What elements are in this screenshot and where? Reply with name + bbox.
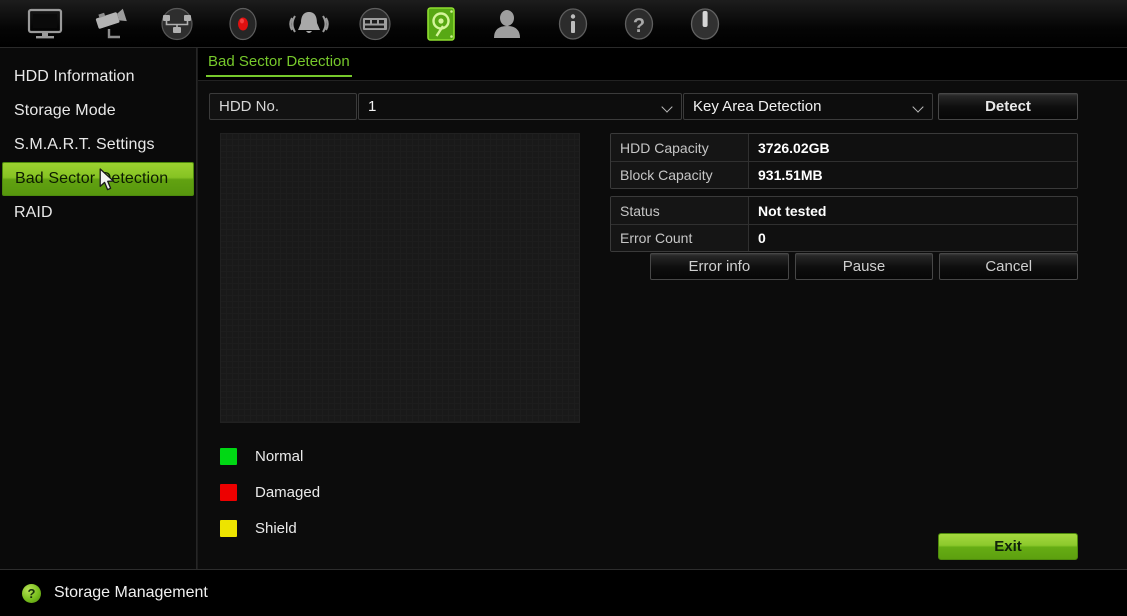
detection-mode-select[interactable]: Key Area Detection <box>683 93 933 120</box>
legend-item-normal: Normal <box>220 438 480 474</box>
content-panel: Bad Sector Detection HDD No. 1 Key Area … <box>197 48 1127 569</box>
toolbar-item-user-management[interactable] <box>474 1 540 47</box>
svg-text:?: ? <box>633 15 645 37</box>
legend-label-normal: Normal <box>255 447 304 465</box>
status-bar-label: Storage Management <box>54 584 208 601</box>
toolbar-item-network-settings[interactable] <box>144 1 210 47</box>
sector-legend: Normal Damaged Shield <box>220 438 480 546</box>
legend-item-damaged: Damaged <box>220 474 480 510</box>
table-row: HDD Capacity 3726.02GB <box>611 134 1077 161</box>
detection-action-buttons: Error info Pause Cancel <box>650 253 1079 280</box>
table-row: Error Count 0 <box>611 224 1077 251</box>
monitor-icon <box>27 8 63 38</box>
device-icon <box>359 7 391 40</box>
power-icon <box>690 7 720 40</box>
status-value: Not tested <box>749 197 1077 224</box>
sidebar-item-label: S.M.A.R.T. Settings <box>14 136 155 153</box>
toolbar-item-help[interactable]: ? <box>606 1 672 47</box>
legend-item-shield: Shield <box>220 510 480 546</box>
toolbar-item-storage-management[interactable] <box>408 1 474 47</box>
hdd-no-label: HDD No. <box>209 93 357 120</box>
table-row: Status Not tested <box>611 197 1077 224</box>
toolbar-item-record-settings[interactable] <box>210 1 276 47</box>
record-icon <box>229 7 257 40</box>
legend-label-damaged: Damaged <box>255 483 321 501</box>
toolbar-item-shutdown[interactable] <box>672 1 738 47</box>
help-icon: ? <box>624 7 654 40</box>
chevron-down-icon <box>914 102 924 112</box>
sidebar-item-hdd-information[interactable]: HDD Information <box>2 60 194 94</box>
legend-swatch-normal <box>220 447 237 465</box>
capacity-table: HDD Capacity 3726.02GB Block Capacity 93… <box>610 133 1078 189</box>
sidebar-item-label: Storage Mode <box>14 102 116 119</box>
exit-button[interactable]: Exit <box>938 533 1078 560</box>
status-table: Status Not tested Error Count 0 <box>610 196 1078 252</box>
sector-map-grid[interactable] <box>220 133 580 423</box>
tab-strip: Bad Sector Detection <box>198 48 1127 81</box>
toolbar-item-alarm-settings[interactable] <box>276 1 342 47</box>
toolbar-item-camera-setup[interactable] <box>78 1 144 47</box>
sidebar-item-label: Bad Sector Detection <box>15 170 169 187</box>
toolbar-item-device-settings[interactable] <box>342 1 408 47</box>
block-capacity-key: Block Capacity <box>611 162 749 188</box>
legend-swatch-shield <box>220 519 237 537</box>
sidebar-item-smart-settings[interactable]: S.M.A.R.T. Settings <box>2 128 194 162</box>
pause-button[interactable]: Pause <box>794 253 934 280</box>
alarm-icon <box>289 11 329 33</box>
network-icon <box>161 7 193 40</box>
detect-button[interactable]: Detect <box>938 93 1078 120</box>
table-row: Block Capacity 931.51MB <box>611 161 1077 188</box>
legend-swatch-damaged <box>220 483 237 501</box>
nvr-window: ? HDD Information Storage Mode S.M.A.R.T… <box>0 0 1127 616</box>
status-bar: ? Storage Management <box>0 569 1127 616</box>
main-toolbar: ? <box>0 0 1127 48</box>
tab-bad-sector-detection[interactable]: Bad Sector Detection <box>206 53 352 77</box>
sidebar-menu: HDD Information Storage Mode S.M.A.R.T. … <box>0 48 197 569</box>
toolbar-item-system-info[interactable] <box>540 1 606 47</box>
sidebar-item-bad-sector-detection[interactable]: Bad Sector Detection <box>2 162 194 196</box>
hdd-no-value: 1 <box>368 98 377 115</box>
sidebar-item-raid[interactable]: RAID <box>2 196 194 230</box>
toolbar-item-live-view[interactable] <box>12 1 78 47</box>
cancel-button[interactable]: Cancel <box>939 253 1079 280</box>
help-circle-icon[interactable]: ? <box>22 583 41 603</box>
user-icon <box>494 9 520 38</box>
block-capacity-value: 931.51MB <box>749 162 1077 188</box>
hdd-no-select[interactable]: 1 <box>358 93 682 120</box>
sidebar-item-storage-mode[interactable]: Storage Mode <box>2 94 194 128</box>
status-key: Status <box>611 197 749 224</box>
hdd-capacity-key: HDD Capacity <box>611 134 749 161</box>
detection-controls: HDD No. 1 Key Area Detection Detect <box>198 93 1127 125</box>
error-count-value: 0 <box>749 225 1077 251</box>
error-info-button[interactable]: Error info <box>650 253 789 280</box>
chevron-down-icon <box>663 102 673 112</box>
legend-label-shield: Shield <box>255 519 297 537</box>
sidebar-item-label: HDD Information <box>14 68 135 85</box>
detection-mode-value: Key Area Detection <box>693 98 822 115</box>
error-count-key: Error Count <box>611 225 749 251</box>
hdd-icon <box>427 6 455 41</box>
hdd-capacity-value: 3726.02GB <box>749 134 1077 161</box>
camera-icon <box>95 8 127 38</box>
sidebar-item-label: RAID <box>14 204 53 221</box>
info-icon <box>558 7 588 40</box>
